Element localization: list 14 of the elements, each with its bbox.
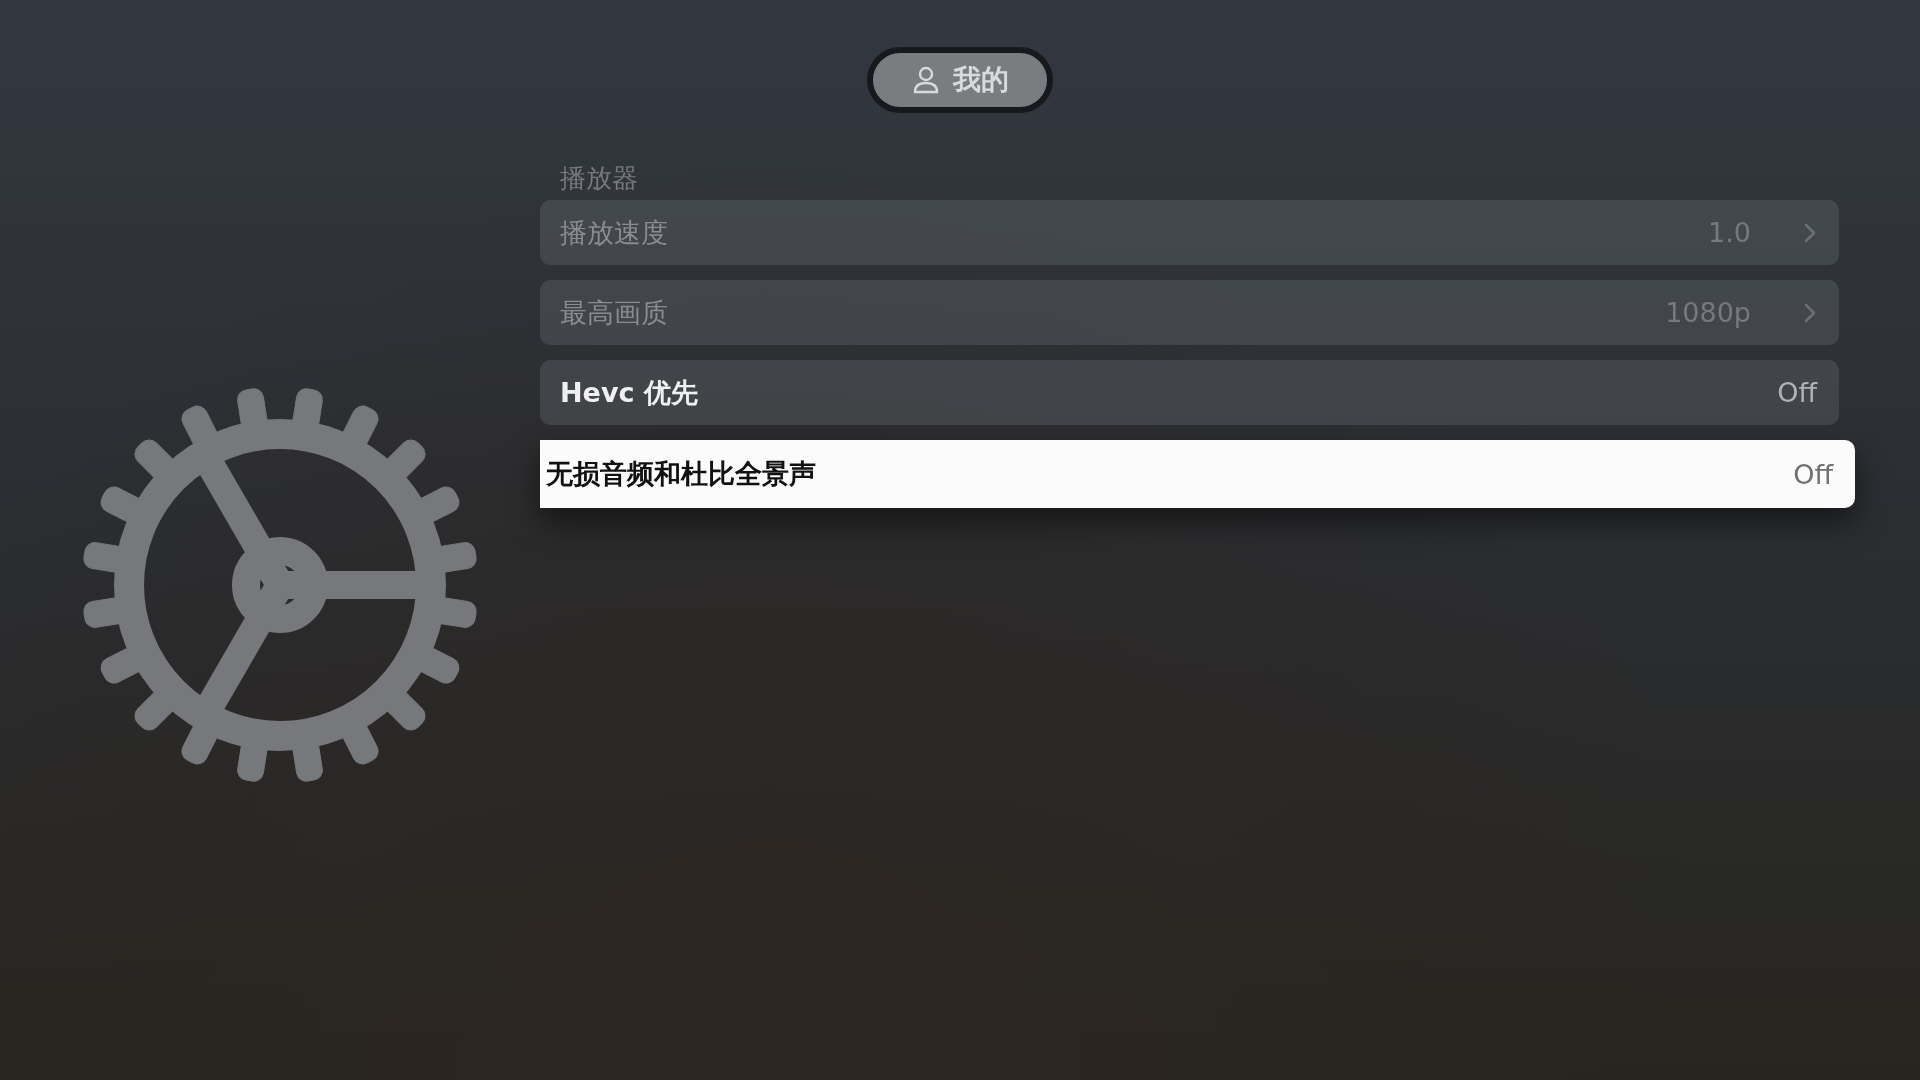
gear-icon [80,385,480,785]
chevron-icon [1803,301,1817,324]
setting-label: 最高画质 [560,295,669,330]
setting-value: Off [1777,377,1817,408]
profile-tab[interactable]: 我的 [867,47,1053,113]
setting-value: Off [1793,458,1833,490]
chevron-icon [1803,221,1817,244]
setting-label: Hevc 优先 [560,375,699,410]
settings-row[interactable]: 无损音频和杜比全景声 Off [540,440,1855,508]
setting-label: 播放速度 [560,215,669,250]
section-header: 播放器 [559,162,639,195]
setting-label: 无损音频和杜比全景声 [546,457,817,491]
settings-row[interactable]: Hevc 优先 Off [540,360,1839,425]
person-icon [911,65,941,95]
